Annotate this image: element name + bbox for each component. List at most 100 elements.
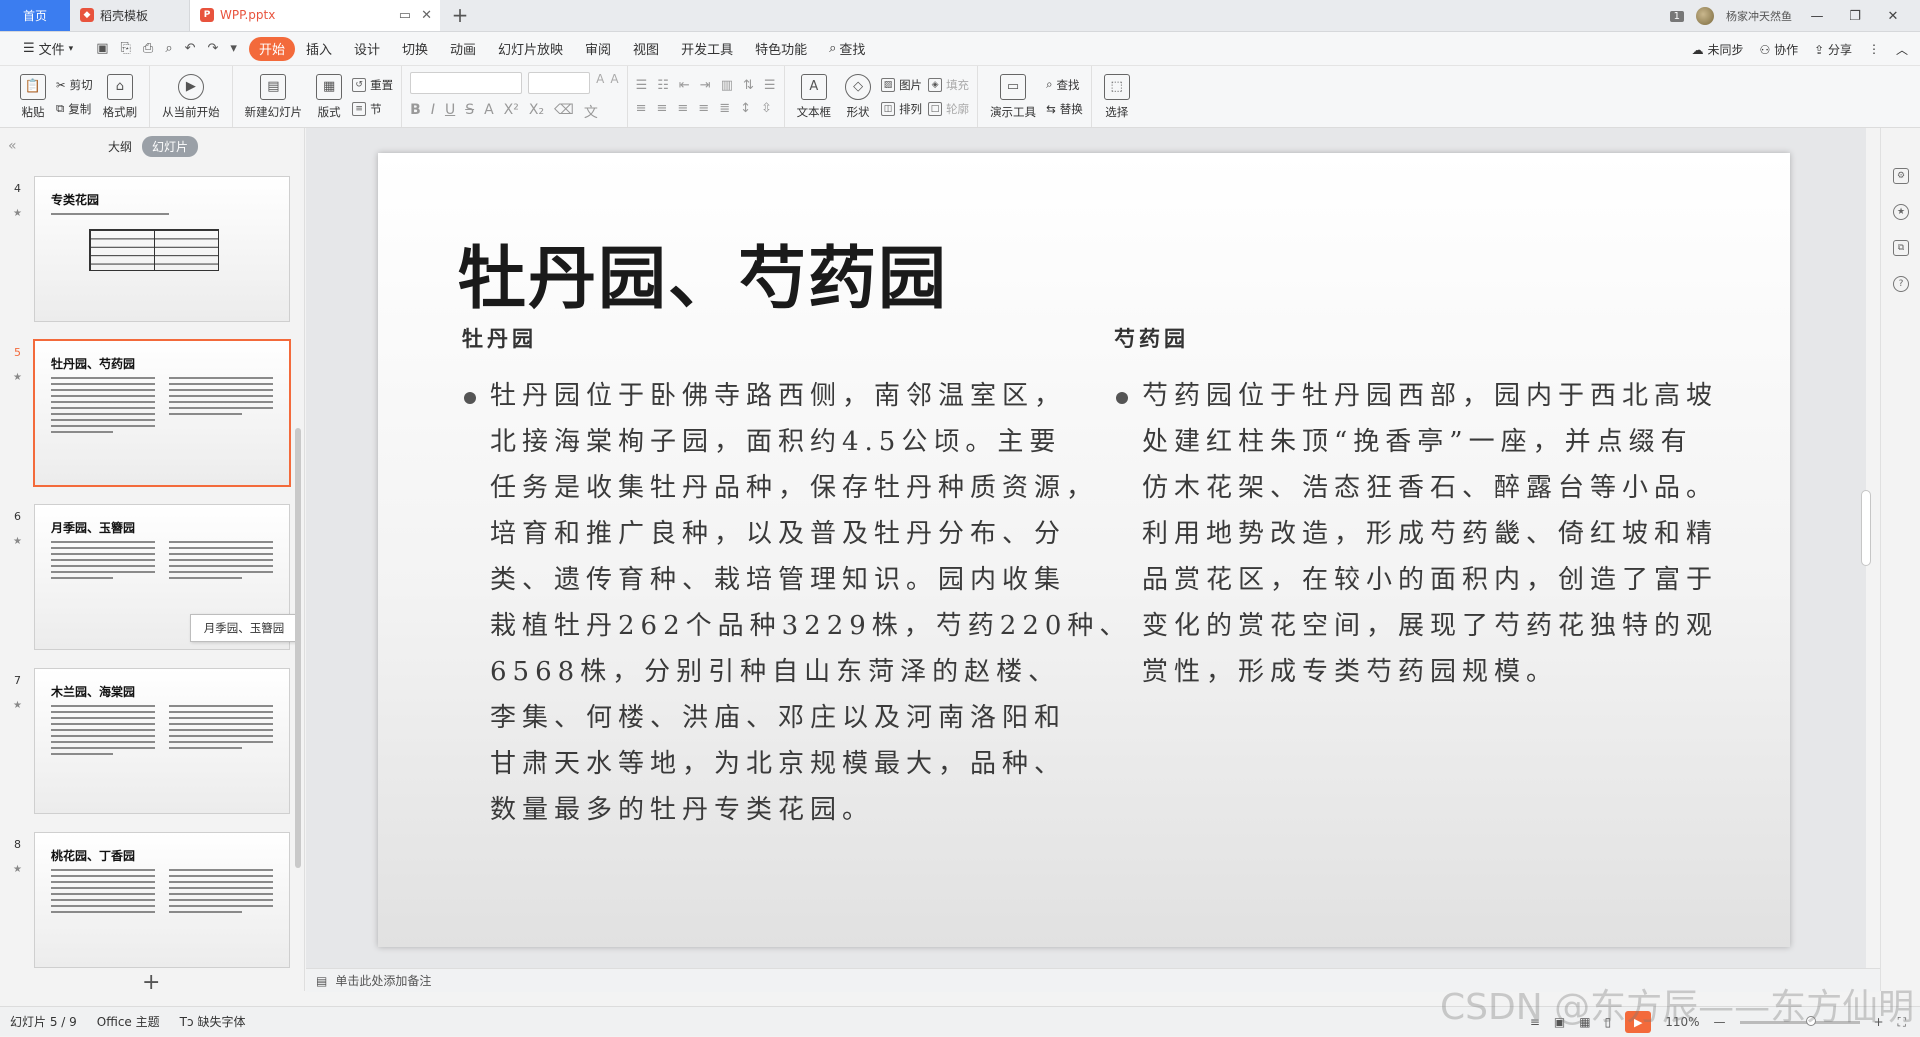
align-right-icon[interactable]: ≡	[677, 101, 688, 116]
outline-button[interactable]: □ 轮廓	[928, 101, 969, 117]
tab-document[interactable]: P WPP.pptx ▭ ✕	[190, 0, 440, 31]
cut-button[interactable]: ✂ 剪切	[56, 77, 93, 93]
align-left-icon[interactable]: ≡	[636, 101, 647, 116]
tab-view[interactable]: 视图	[622, 37, 670, 61]
thumbnail-image[interactable]: 木兰园、海棠园	[34, 668, 290, 814]
bold-icon[interactable]: B	[410, 102, 421, 122]
save-icon[interactable]: ▣	[96, 41, 108, 56]
undo-icon[interactable]: ↶	[185, 41, 196, 56]
theme-name[interactable]: Office 主题	[87, 1013, 170, 1030]
panel-scrollbar[interactable]	[295, 428, 301, 868]
section-button[interactable]: ≡ 节	[352, 101, 393, 117]
close-window-button[interactable]: ✕	[1880, 9, 1906, 24]
font-color-icon[interactable]: A	[484, 102, 494, 122]
tab-review[interactable]: 审阅	[574, 37, 622, 61]
clear-format-icon[interactable]: ⌫	[554, 102, 574, 122]
minimize-button[interactable]: —	[1804, 9, 1830, 24]
superscript-icon[interactable]: X²	[504, 102, 519, 122]
tab-outline[interactable]: 大纲	[108, 138, 132, 155]
file-menu[interactable]: ☰ 文件 ▾	[12, 37, 84, 61]
more-icon[interactable]: ⋮	[1868, 42, 1880, 56]
decrease-indent-icon[interactable]: ⇤	[679, 78, 690, 93]
left-heading[interactable]: 牡丹园	[462, 323, 537, 353]
preview-icon[interactable]: ⌕	[165, 41, 172, 56]
slide-canvas[interactable]: 牡丹园、芍药园 牡丹园 牡丹园位于卧佛寺路西侧，南邻温室区， 北接海棠栒子园，面…	[378, 153, 1790, 947]
collapse-panel-icon[interactable]: «	[8, 138, 98, 154]
bullet-list-icon[interactable]: ☰	[636, 78, 648, 93]
shape-button[interactable]: ◇ 形状	[841, 73, 875, 120]
line-spacing-icon[interactable]: ↕	[740, 101, 751, 116]
slide-thumbnail-8[interactable]: 8 ★ 桃花园、丁香园	[0, 832, 300, 982]
copy-button[interactable]: ⧉ 复制	[56, 101, 93, 117]
textbox-button[interactable]: A 文本框	[793, 73, 836, 120]
layout-button[interactable]: ▦ 版式	[312, 73, 346, 120]
format-painter-button[interactable]: ⌂ 格式刷	[99, 73, 142, 120]
tab-slides[interactable]: 幻灯片	[142, 135, 199, 157]
slide-thumbnail-4[interactable]: 4 ★ 专类花园	[0, 176, 300, 326]
arrange-button[interactable]: ◫ 排列	[881, 101, 922, 117]
canvas-scrollbar[interactable]	[1861, 490, 1871, 566]
transition-icon[interactable]: ⧉	[1893, 240, 1909, 256]
missing-font-button[interactable]: Tↄ 缺失字体	[170, 1013, 256, 1030]
pin-icon[interactable]: ▭	[399, 8, 411, 23]
close-tab-icon[interactable]: ✕	[421, 8, 432, 23]
properties-icon[interactable]: ⚙	[1893, 168, 1909, 184]
font-size-input[interactable]	[528, 71, 591, 94]
tab-features[interactable]: 特色功能	[744, 37, 818, 61]
align-text-icon[interactable]: ☰	[764, 78, 776, 93]
thumbnail-image[interactable]: 专类花园	[34, 176, 290, 322]
select-button[interactable]: ⬚ 选择	[1100, 73, 1134, 120]
undo-history-icon[interactable]: ⎘	[121, 41, 131, 56]
slide-thumbnail-5[interactable]: 5 ★ 牡丹园、芍药园	[0, 339, 300, 490]
replace-button[interactable]: ⇆ 替换	[1046, 101, 1083, 117]
find-button[interactable]: ⌕ 查找	[1046, 77, 1083, 93]
shrink-font-icon[interactable]: A	[610, 72, 618, 94]
tab-insert[interactable]: 插入	[295, 37, 343, 61]
right-heading[interactable]: 芍药园	[1114, 323, 1189, 353]
paste-button[interactable]: 📋 粘贴	[16, 73, 50, 120]
paragraph-spacing-icon[interactable]: ⇳	[761, 101, 772, 116]
slide-thumbnail-7[interactable]: 7 ★ 木兰园、海棠园	[0, 668, 300, 818]
text-direction-icon[interactable]: ⇅	[743, 78, 754, 93]
thumbnail-image[interactable]: 桃花园、丁香园	[34, 832, 290, 968]
thumbnail-image[interactable]: 牡丹园、芍药园	[33, 339, 291, 487]
tab-start[interactable]: 开始	[248, 36, 295, 61]
grow-font-icon[interactable]: A	[596, 72, 604, 94]
print-icon[interactable]: ⎙	[143, 41, 153, 56]
tab-developer[interactable]: 开发工具	[670, 37, 744, 61]
avatar[interactable]	[1696, 7, 1714, 25]
underline-icon[interactable]: U	[445, 102, 455, 122]
new-tab-button[interactable]: +	[440, 0, 480, 31]
customize-icon[interactable]: ▾	[230, 41, 237, 56]
align-center-icon[interactable]: ≡	[656, 101, 667, 116]
sync-button[interactable]: ☁ 未同步	[1692, 41, 1744, 58]
fill-button[interactable]: ◈ 填充	[928, 77, 969, 93]
tab-home[interactable]: 首页	[0, 0, 70, 31]
subscript-icon[interactable]: X₂	[529, 102, 544, 122]
add-slide-icon[interactable]: +	[142, 970, 160, 995]
tab-animation[interactable]: 动画	[439, 37, 487, 61]
slide-title[interactable]: 牡丹园、芍药园	[458, 223, 948, 322]
new-slide-button[interactable]: ▤ 新建幻灯片	[241, 73, 307, 120]
font-name-input[interactable]	[410, 71, 523, 94]
strikethrough-icon[interactable]: S	[465, 102, 474, 122]
reset-button[interactable]: ↺ 重置	[352, 77, 393, 93]
numbered-list-icon[interactable]: ☷	[657, 78, 669, 93]
search-command[interactable]: ⌕ 查找	[818, 37, 876, 61]
picture-button[interactable]: ▨ 图片	[881, 77, 922, 93]
left-text-block[interactable]: 牡丹园位于卧佛寺路西侧，南邻温室区， 北接海棠栒子园，面积约4.5公顷。主要 任…	[464, 373, 1131, 833]
increase-indent-icon[interactable]: ⇥	[700, 78, 711, 93]
columns-icon[interactable]: ▥	[721, 78, 733, 93]
window-count-badge[interactable]: 1	[1669, 10, 1684, 22]
help-icon[interactable]: ?	[1893, 276, 1909, 292]
tab-slideshow[interactable]: 幻灯片放映	[487, 37, 574, 61]
play-from-current-button[interactable]: ▶ 从当前开始	[158, 73, 224, 120]
collapse-ribbon-icon[interactable]: ︿	[1896, 41, 1908, 58]
distribute-icon[interactable]: ≣	[719, 101, 730, 116]
tab-transition[interactable]: 切换	[391, 37, 439, 61]
share-button[interactable]: ⇪ 分享	[1814, 41, 1852, 58]
phonetic-icon[interactable]: 文	[584, 102, 598, 122]
presentation-tools-button[interactable]: ▭ 演示工具	[986, 73, 1040, 120]
right-text-block[interactable]: 芍药园位于牡丹园西部，园内于西北高坡 处建红柱朱顶“挽香亭”一座，并点缀有 仿木…	[1116, 373, 1718, 695]
collab-button[interactable]: ⚇ 协作	[1760, 41, 1799, 58]
